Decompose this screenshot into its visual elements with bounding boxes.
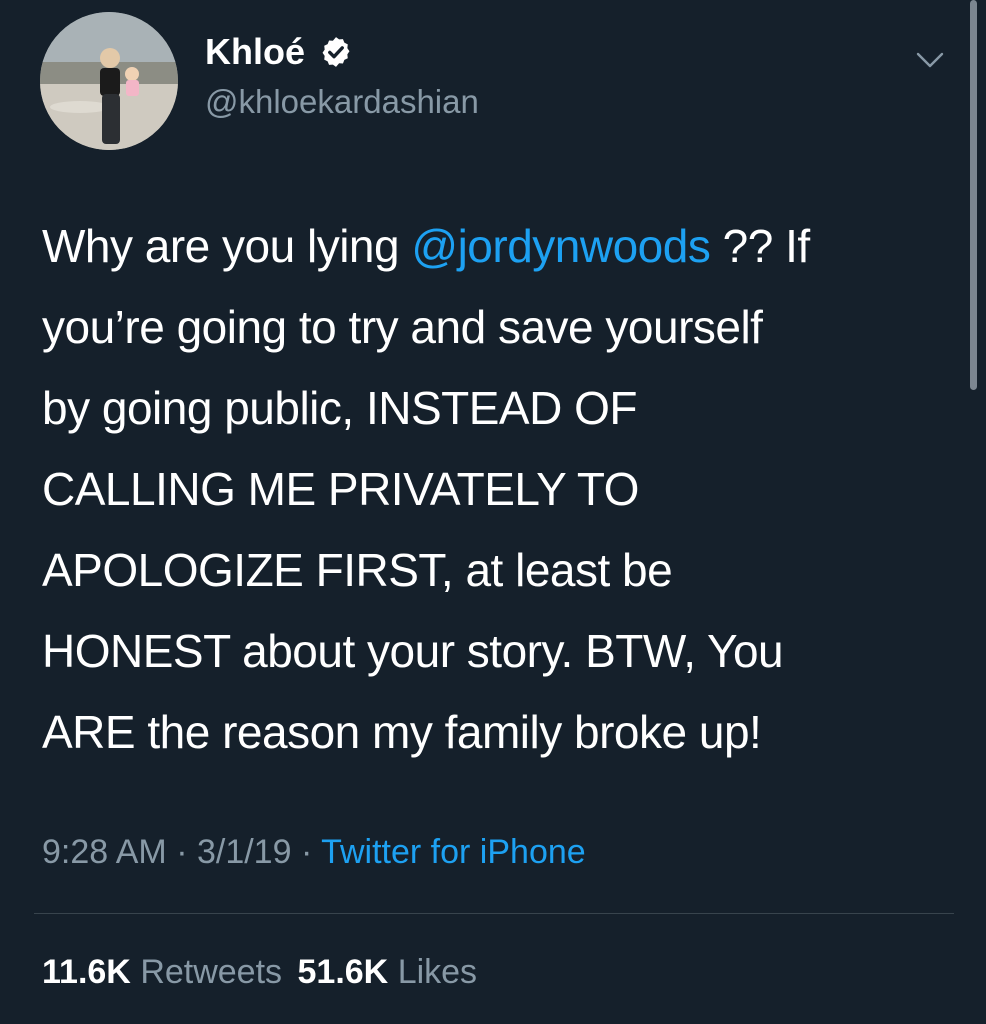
tweet-text-segment: ?? If: [710, 220, 811, 272]
meta-separator: ·: [166, 833, 197, 871]
chevron-down-icon[interactable]: [916, 50, 944, 70]
likes-stat[interactable]: 51.6K Likes: [298, 953, 478, 991]
divider: [34, 913, 954, 914]
tweet-source-link[interactable]: Twitter for iPhone: [321, 833, 586, 871]
tweet-meta: 9:28 AM · 3/1/19 · Twitter for iPhone: [42, 828, 586, 876]
tweet-time[interactable]: 9:28 AM: [42, 833, 167, 871]
likes-label: Likes: [397, 953, 478, 991]
scrollbar[interactable]: [970, 0, 977, 390]
tweet-line: Why are you lying @jordynwoods ?? If: [42, 206, 942, 287]
avatar-photo: [40, 12, 178, 150]
tweet-text-segment: Why are you lying: [42, 220, 412, 272]
tweet-text: Why are you lying @jordynwoods ?? If you…: [42, 206, 942, 773]
tweet-line: HONEST about your story. BTW, You: [42, 625, 784, 677]
author-name-row[interactable]: Khloé: [205, 28, 353, 76]
tweet-line: ARE the reason my family broke up!: [42, 706, 762, 758]
tweet-detail: Khloé @khloekardashian Why are you lying…: [0, 0, 986, 1024]
avatar[interactable]: [40, 12, 178, 150]
display-name[interactable]: Khloé: [205, 28, 305, 76]
author-handle[interactable]: @khloekardashian: [205, 80, 479, 124]
retweets-stat[interactable]: 11.6K Retweets: [42, 953, 282, 991]
retweets-label: Retweets: [140, 953, 283, 991]
tweet-line: by going public, INSTEAD OF: [42, 382, 637, 434]
meta-separator: ·: [291, 833, 322, 871]
tweet-line: APOLOGIZE FIRST, at least be: [42, 544, 673, 596]
retweets-count: 11.6K: [42, 953, 131, 991]
tweet-line: CALLING ME PRIVATELY TO: [42, 463, 639, 515]
tweet-date[interactable]: 3/1/19: [197, 833, 292, 871]
tweet-line: you’re going to try and save yourself: [42, 301, 763, 353]
verified-badge-icon: [322, 37, 350, 67]
tweet-stats: 11.6K Retweets 51.6K Likes: [42, 948, 477, 996]
likes-count: 51.6K: [297, 953, 389, 991]
mention-link[interactable]: @jordynwoods: [411, 220, 710, 272]
